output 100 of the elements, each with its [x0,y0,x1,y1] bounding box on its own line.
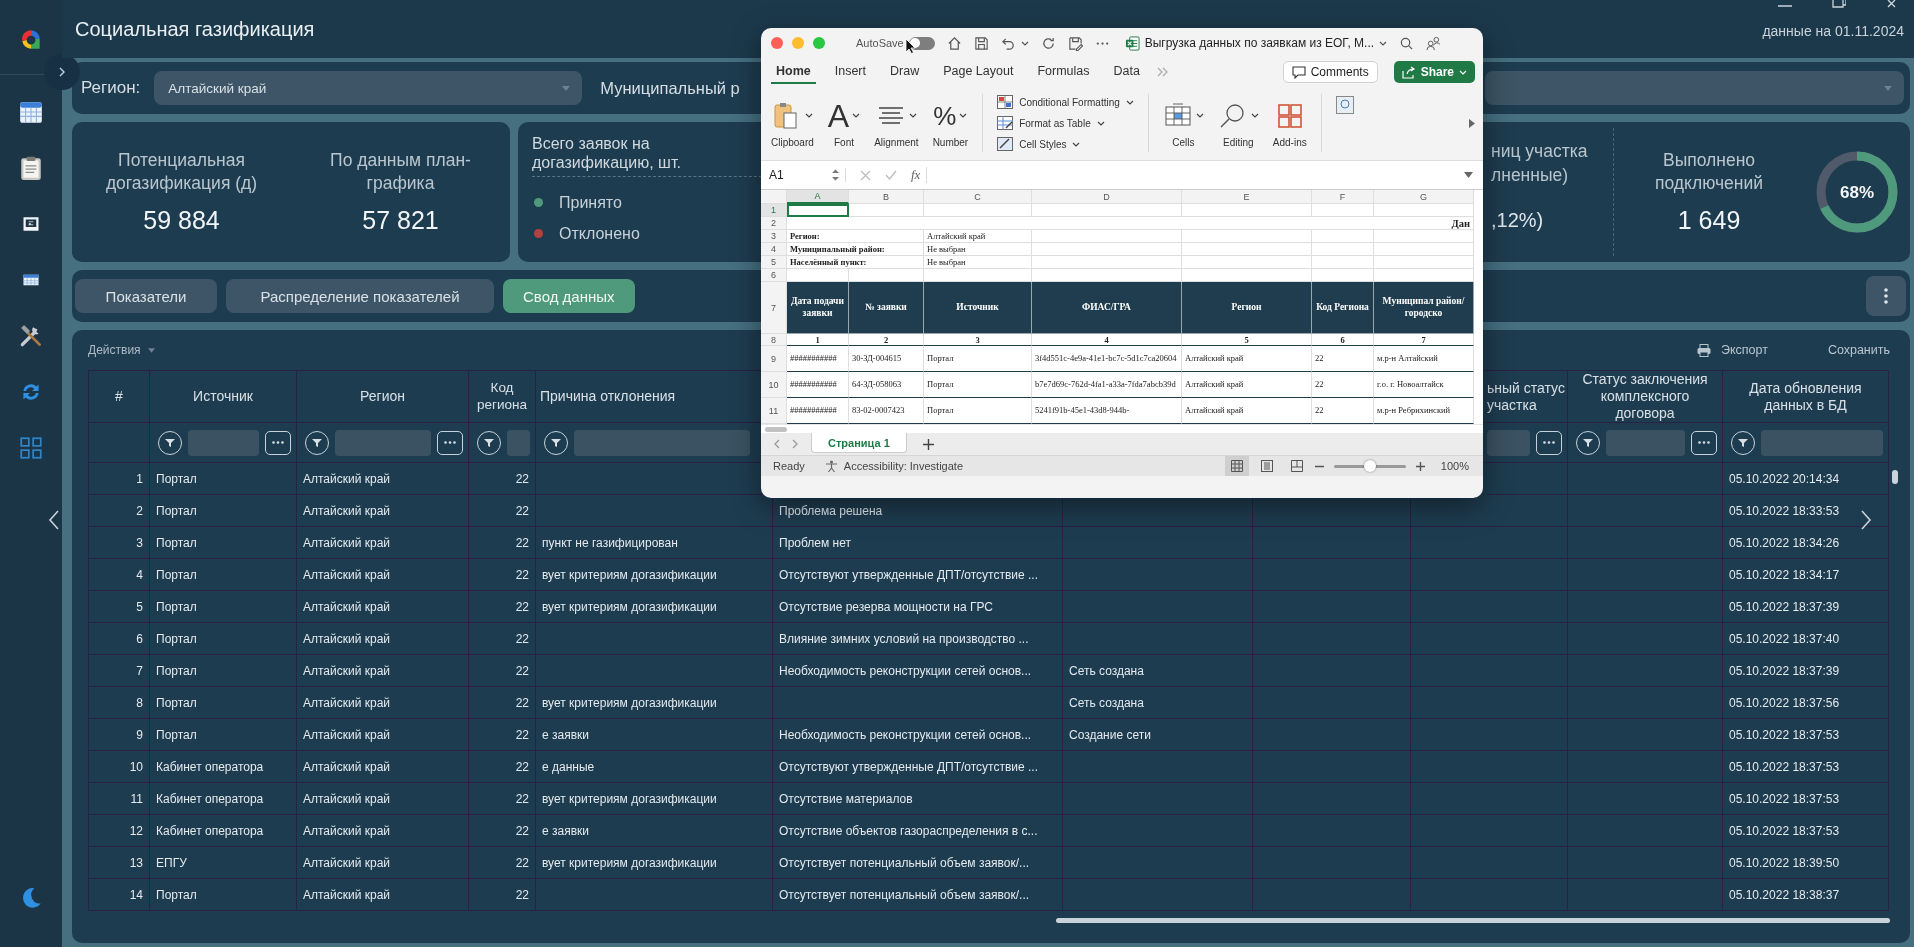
sheet-cell[interactable]: Дата подачи заявки [787,282,849,334]
chevron-right-icon[interactable] [1860,510,1872,530]
column-letter[interactable]: F [1312,190,1374,204]
accessibility-icon[interactable] [824,459,838,473]
sheet-cell[interactable] [924,204,1032,217]
double-chevron-icon[interactable] [1156,67,1169,77]
sheet-cell[interactable] [1312,256,1374,269]
row-number[interactable]: 1 [761,204,787,217]
name-box[interactable]: A1 [769,168,846,182]
sheet-cell[interactable]: 22 [1312,372,1374,398]
close-window-button[interactable] [771,37,783,49]
sheet-cell[interactable] [787,204,849,217]
row-number[interactable]: 4 [761,243,787,256]
ribbon-tab[interactable]: Home [771,60,816,84]
row-number[interactable]: 10 [761,372,787,398]
chevron-left-icon[interactable] [48,510,60,530]
filter-input[interactable] [507,429,530,456]
sheet-cell[interactable]: ########### [787,372,849,398]
sheet-cell[interactable]: Источник [924,282,1032,334]
sheet-cell[interactable] [1374,243,1474,256]
ribbon-group-button[interactable]: Cells [1162,98,1204,148]
filter-input[interactable] [188,429,259,456]
sheet-cell[interactable]: 30-ЗД-004615 [849,346,924,372]
grid-icon[interactable] [18,435,44,461]
tools-icon[interactable] [18,323,44,349]
sheet-cell[interactable]: 64-ЗД-058063 [849,372,924,398]
sheet-cell[interactable]: ФИАС/ГРА [1032,282,1182,334]
sheet-cell[interactable]: Портал [924,372,1032,398]
actions-menu[interactable]: Действия [88,343,155,357]
tab[interactable]: Распределение показателей [226,279,494,313]
sheet-cell[interactable] [1312,230,1374,243]
sheet-cell[interactable]: Населённый пункт: [787,256,924,269]
add-sheet-icon[interactable] [922,438,934,450]
calendar-icon[interactable] [18,99,44,125]
row-number[interactable]: 5 [761,256,787,269]
zoom-window-button[interactable] [813,37,825,49]
ribbon-tab[interactable]: Draw [885,60,925,84]
sheet-cell[interactable] [1182,243,1312,256]
next-sheet-icon[interactable] [792,439,799,449]
share-button[interactable]: Share [1393,61,1475,83]
sheet-cell[interactable]: Не выбран [924,243,1032,256]
sheet-cell[interactable]: г.о. г. Новоалтайск [1374,372,1474,398]
horizontal-scrollbar[interactable] [1056,918,1890,923]
filter-input[interactable] [1487,429,1530,456]
accessibility-status[interactable]: Accessibility: Investigate [843,460,963,472]
sheet-cell[interactable] [1374,204,1474,217]
sheet-cell[interactable]: Дан [787,217,1474,230]
normal-view-button[interactable] [1224,456,1249,476]
sheet-cell[interactable]: 22 [1312,346,1374,372]
row-number[interactable]: 6 [761,269,787,282]
sheet-cell[interactable] [1032,230,1182,243]
options-button[interactable] [265,430,291,455]
filter-input[interactable] [335,429,431,456]
row-number[interactable]: 2 [761,217,787,230]
options-button[interactable] [1536,430,1562,455]
redo-icon[interactable] [1040,35,1056,51]
row-number[interactable]: 11 [761,398,787,424]
sheet-cell[interactable] [1312,204,1374,217]
caret-icon[interactable] [1020,40,1029,46]
sheet-cell[interactable] [1032,204,1182,217]
vertical-scrollbar[interactable] [1892,470,1898,484]
sheet-cell[interactable]: 3 [924,334,1032,346]
sheet-cell[interactable] [1032,243,1182,256]
save-icon[interactable] [973,35,989,51]
sheet-cell[interactable]: b7e7d69c-762d-4fa1-a33a-7fda7abcb39d [1032,372,1182,398]
style-menu-button[interactable]: Cell Styles [997,135,1134,153]
clipboard-icon[interactable] [18,155,44,181]
ribbon-group-button[interactable]: Alignment [874,98,919,148]
save-button[interactable]: Сохранить [1827,343,1890,357]
sheet-cell[interactable]: Муниципальный район: [787,243,924,256]
sheet-cell[interactable]: 1 [787,334,849,346]
export-button[interactable]: Экспорт [1696,343,1768,357]
sheet-cell[interactable]: Регион: [787,230,924,243]
sheet-cell[interactable]: 7 [1374,334,1474,346]
check-icon[interactable] [885,170,897,180]
sheet-cell[interactable]: 6 [1312,334,1374,346]
sheet-cell[interactable] [1182,230,1312,243]
sheet-cell[interactable] [1374,256,1474,269]
people-icon[interactable] [1426,35,1442,51]
sheet-cell[interactable] [1182,256,1312,269]
sheet-cell[interactable]: ########### [787,346,849,372]
sheet-cell[interactable]: Алтайский край [924,230,1032,243]
sheet-cell[interactable]: Не выбран [924,256,1032,269]
previous-sheet-icon[interactable] [773,439,780,449]
scroll-right-icon[interactable] [1469,118,1475,128]
tab[interactable]: Показатели [75,279,217,313]
home-icon[interactable] [946,35,962,51]
style-menu-button[interactable]: Conditional Formatting [997,93,1134,111]
comments-button[interactable]: Comments [1282,61,1378,83]
screen-icon[interactable] [22,215,40,233]
zoom-in-icon[interactable] [1415,461,1425,471]
save-edit-icon[interactable] [1067,35,1083,51]
filter-input[interactable] [1606,429,1685,456]
ribbon-tab[interactable]: Formulas [1032,60,1095,84]
sheet-cell[interactable]: 4 [1032,334,1182,346]
sheet-cell[interactable]: м.р-н Алтайский [1374,346,1474,372]
region-select[interactable]: Алтайский край [154,71,583,105]
minimize-window-button[interactable] [792,37,804,49]
sheet-cell[interactable] [1312,243,1374,256]
sheet-cell[interactable]: 2 [849,334,924,346]
